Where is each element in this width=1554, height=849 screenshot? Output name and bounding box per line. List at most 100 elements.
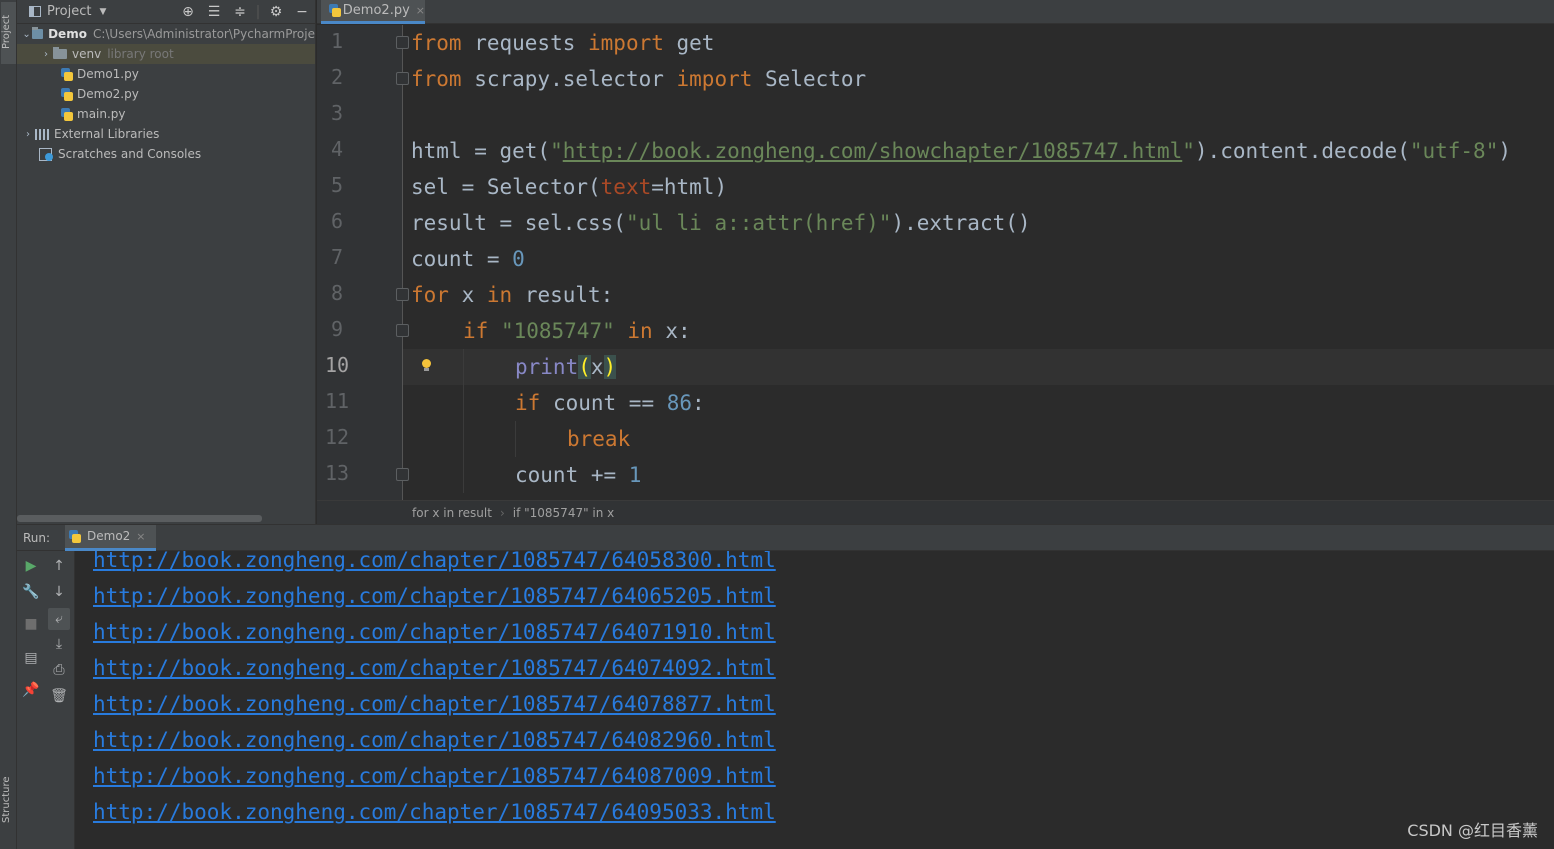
tree-item-label: main.py [77,107,126,121]
code-line: break [567,421,630,457]
crosshair-icon[interactable]: ⊕ [175,4,201,20]
fold-icon[interactable] [396,468,409,481]
fold-icon[interactable] [396,324,409,337]
console-link[interactable]: http://book.zongheng.com/chapter/1085747… [93,650,776,686]
code-line: from scrapy.selector import Selector [411,61,866,97]
code-line: if "1085747" in x: [463,313,691,349]
minimize-icon[interactable]: − [289,4,315,20]
tab-label: Demo2.py [342,3,410,18]
layout-icon[interactable]: ▤ [17,647,45,669]
line-number: 2 [330,65,344,89]
arrow-down-icon[interactable]: ↓ [45,581,73,603]
line-number: 10 [324,353,350,377]
wrench-icon[interactable]: 🔧 [17,581,45,603]
expand-all-icon[interactable]: ☰ [201,4,227,20]
fold-icon[interactable] [396,72,409,85]
code-editor[interactable]: 1 2 3 4 5 6 7 8 9 10 11 12 13 from reque… [317,25,1554,500]
code-token: x [448,283,487,307]
code-token: result = sel.css( [411,211,626,235]
run-toolbar-secondary: ↑ ↓ ⤶ ⤓ ⎙ 🗑 [45,551,75,849]
python-file-icon [61,67,73,81]
line-number: 4 [330,137,344,161]
print-icon[interactable]: ⎙ [45,659,73,681]
code-token: count = [411,247,513,271]
code-line: count = 0 [411,241,525,277]
chevron-down-icon[interactable]: ▼ [99,7,106,17]
tree-item-label: Scratches and Consoles [58,147,202,161]
pin-icon[interactable]: 📌 [17,679,45,701]
chevron-right-icon[interactable]: › [39,49,53,60]
code-token: html = get( [411,139,551,163]
run-console[interactable]: http://book.zongheng.com/chapter/1085747… [75,551,1554,849]
keyword: if [463,319,489,343]
brace-match: ( [578,355,591,379]
chevron-right-icon[interactable]: › [21,129,35,140]
gear-icon[interactable]: ⚙ [263,4,289,20]
code-token: get [663,31,715,55]
string-token: " [550,139,563,163]
fold-icon[interactable] [396,288,409,301]
code-token: =html) [651,175,728,199]
keyword: if [515,391,541,415]
url-link[interactable]: http://book.zongheng.com/showchapter/108… [563,139,1183,163]
tree-item-venv[interactable]: › venv library root [17,44,315,64]
tree-item-file[interactable]: main.py [17,104,315,124]
console-link[interactable]: http://book.zongheng.com/chapter/1085747… [93,578,776,614]
code-line: if count == 86: [515,385,705,421]
tab-run-demo2[interactable]: Demo2 × [65,524,156,551]
console-link[interactable]: http://book.zongheng.com/chapter/1085747… [93,686,776,722]
tree-item-scratches[interactable]: Scratches and Consoles [17,144,315,164]
code-line: print(x) [515,349,617,385]
tree-item-label: Demo2.py [77,87,139,101]
run-toolbar-primary: ▶ 🔧 ■ ▤ 📌 [17,551,45,849]
project-panel: Project ▼ ⊕ ☰ ≑ | ⚙ − ⌄ Demo C:\Users\Ad… [17,0,316,524]
string-token: "utf-8" [1409,139,1499,163]
keyword: from [411,67,462,91]
line-number: 13 [324,461,350,485]
editor-tab-bar: Demo2.py × [317,0,1554,24]
tree-item-file[interactable]: Demo2.py [17,84,315,104]
line-number: 8 [330,281,344,305]
soft-wrap-icon[interactable]: ⤶ [48,608,70,630]
project-path: C:\Users\Administrator\PycharmProje [92,27,315,41]
code-token: ) [1498,139,1512,163]
scroll-to-end-icon[interactable]: ⤓ [45,633,73,655]
console-link[interactable]: http://book.zongheng.com/chapter/1085747… [93,794,776,830]
python-file-icon [69,529,81,543]
tab-demo2-py[interactable]: Demo2.py × [321,0,425,24]
tree-item-demo[interactable]: ⌄ Demo C:\Users\Administrator\PycharmPro… [17,24,315,44]
breadcrumb-separator: › [499,505,505,520]
close-icon[interactable]: × [416,4,425,17]
project-view-title[interactable]: Project [47,4,91,19]
breadcrumb-item[interactable]: if "1085747" in x [513,506,615,520]
line-number: 12 [324,425,350,449]
collapse-all-icon[interactable]: ≑ [227,4,253,20]
console-link[interactable]: http://book.zongheng.com/chapter/1085747… [93,758,776,794]
project-tool-tab[interactable]: Project [1,2,16,64]
close-icon[interactable]: × [136,530,145,543]
number-token: 0 [512,247,525,271]
console-link[interactable]: http://book.zongheng.com/chapter/1085747… [93,722,776,758]
run-window-header: Run: Demo2 × [17,524,1554,551]
structure-tool-tab[interactable]: Structure [1,770,16,830]
stop-icon[interactable]: ■ [17,613,45,635]
keyword: from [411,31,462,55]
tree-item-external-libraries[interactable]: › External Libraries [17,124,315,144]
horizontal-scrollbar[interactable] [17,515,262,522]
tree-item-file[interactable]: Demo1.py [17,64,315,84]
console-link[interactable]: http://book.zongheng.com/chapter/1085747… [93,551,776,578]
keyword: import [676,67,753,91]
lightbulb-icon[interactable] [421,359,431,371]
line-number: 1 [330,29,344,53]
tab-label: Demo2 [87,529,131,543]
arrow-up-icon[interactable]: ↑ [45,555,73,577]
builtin-token: print [515,355,579,379]
fold-icon[interactable] [396,36,409,49]
code-line: count += 1 [515,457,641,493]
keyword: for [411,283,449,307]
rerun-icon[interactable]: ▶ [17,555,45,577]
trash-icon[interactable]: 🗑 [45,685,73,707]
chevron-down-icon[interactable]: ⌄ [21,29,32,40]
console-link[interactable]: http://book.zongheng.com/chapter/1085747… [93,614,776,650]
breadcrumb-item[interactable]: for x in result [412,506,492,520]
